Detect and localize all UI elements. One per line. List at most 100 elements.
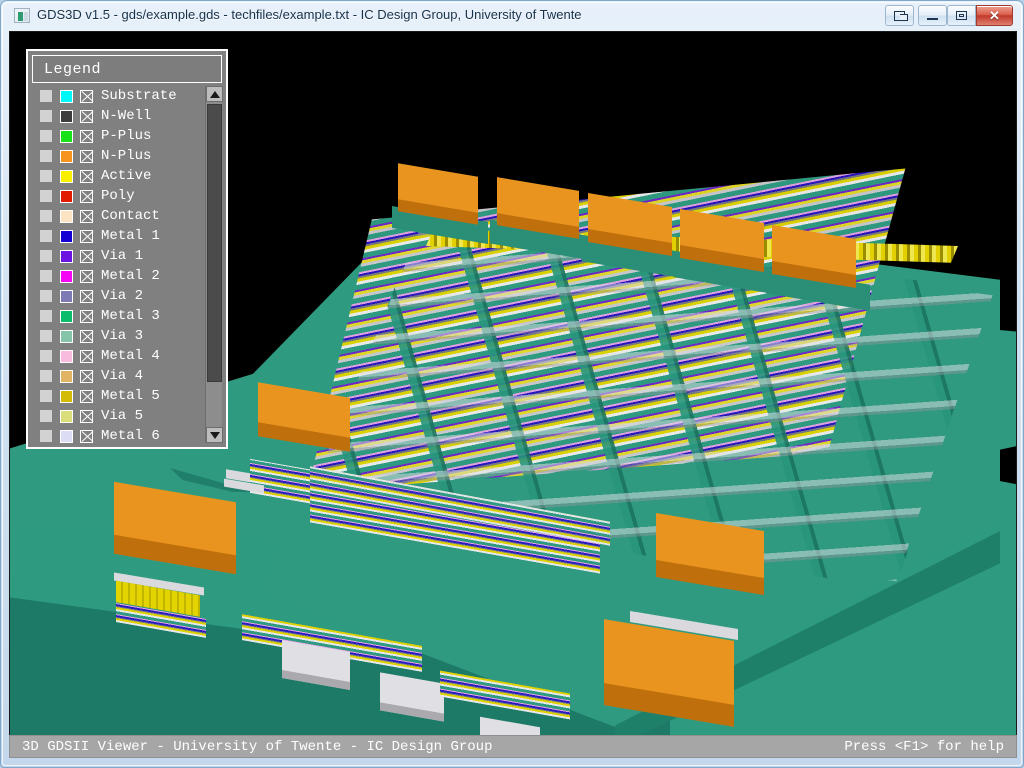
color-swatch[interactable]: [60, 329, 73, 343]
color-swatch[interactable]: [60, 289, 73, 303]
color-swatch[interactable]: [60, 189, 73, 203]
legend-row-metal-5[interactable]: Metal 5: [32, 386, 209, 406]
maximize-button[interactable]: [947, 5, 976, 26]
color-swatch[interactable]: [60, 169, 73, 183]
select-checkbox[interactable]: [40, 290, 52, 302]
legend-item-label: Metal 5: [101, 388, 160, 404]
select-checkbox[interactable]: [40, 330, 52, 342]
legend-item-label: Via 4: [101, 368, 144, 384]
select-checkbox[interactable]: [40, 230, 52, 242]
select-checkbox[interactable]: [40, 150, 52, 162]
select-checkbox[interactable]: [40, 250, 52, 262]
visibility-checkbox[interactable]: [80, 149, 93, 163]
visibility-checkbox[interactable]: [80, 249, 93, 263]
status-text-left: 3D GDSII Viewer - University of Twente -…: [22, 739, 493, 755]
select-checkbox[interactable]: [40, 390, 52, 402]
visibility-checkbox[interactable]: [80, 289, 93, 303]
legend-item-label: Via 5: [101, 408, 144, 424]
legend-row-metal-3[interactable]: Metal 3: [32, 306, 209, 326]
visibility-checkbox[interactable]: [80, 409, 93, 423]
legend-item-label: Via 2: [101, 288, 144, 304]
legend-row-poly[interactable]: Poly: [32, 186, 209, 206]
legend-row-via-5[interactable]: Via 5: [32, 406, 209, 426]
select-checkbox[interactable]: [40, 210, 52, 222]
legend-item-label: Contact: [101, 208, 160, 224]
legend-item-label: Metal 1: [101, 228, 160, 244]
minimize-button[interactable]: [918, 5, 947, 26]
visibility-checkbox[interactable]: [80, 309, 93, 323]
select-checkbox[interactable]: [40, 110, 52, 122]
legend-row-p-plus[interactable]: P-Plus: [32, 126, 209, 146]
visibility-checkbox[interactable]: [80, 389, 93, 403]
visibility-checkbox[interactable]: [80, 169, 93, 183]
visibility-checkbox[interactable]: [80, 429, 93, 443]
visibility-checkbox[interactable]: [80, 329, 93, 343]
select-checkbox[interactable]: [40, 370, 52, 382]
visibility-checkbox[interactable]: [80, 349, 93, 363]
legend-row-substrate[interactable]: Substrate: [32, 86, 209, 106]
legend-item-label: Via 3: [101, 328, 144, 344]
scrollbar-thumb[interactable]: [207, 104, 222, 382]
legend-row-active[interactable]: Active: [32, 166, 209, 186]
legend-row-metal-6[interactable]: Metal 6: [32, 426, 209, 443]
title-bar[interactable]: GDS3D v1.5 - gds/example.gds - techfiles…: [1, 1, 1024, 30]
restore-down-icon: [886, 6, 913, 25]
color-swatch[interactable]: [60, 249, 73, 263]
color-swatch[interactable]: [60, 269, 73, 283]
color-swatch[interactable]: [60, 429, 73, 443]
legend-item-label: Metal 4: [101, 348, 160, 364]
legend-scrollbar[interactable]: [205, 86, 223, 443]
legend-row-metal-2[interactable]: Metal 2: [32, 266, 209, 286]
select-checkbox[interactable]: [40, 170, 52, 182]
legend-row-metal-4[interactable]: Metal 4: [32, 346, 209, 366]
visibility-checkbox[interactable]: [80, 229, 93, 243]
legend-row-contact[interactable]: Contact: [32, 206, 209, 226]
visibility-checkbox[interactable]: [80, 209, 93, 223]
color-swatch[interactable]: [60, 89, 73, 103]
select-checkbox[interactable]: [40, 90, 52, 102]
select-checkbox[interactable]: [40, 410, 52, 422]
color-swatch[interactable]: [60, 369, 73, 383]
visibility-checkbox[interactable]: [80, 89, 93, 103]
status-bar: 3D GDSII Viewer - University of Twente -…: [9, 735, 1017, 758]
legend-item-label: Metal 6: [101, 428, 160, 443]
color-swatch[interactable]: [60, 209, 73, 223]
visibility-checkbox[interactable]: [80, 129, 93, 143]
legend-item-label: N-Well: [101, 108, 152, 124]
color-swatch[interactable]: [60, 309, 73, 323]
color-swatch[interactable]: [60, 149, 73, 163]
color-swatch[interactable]: [60, 409, 73, 423]
select-checkbox[interactable]: [40, 310, 52, 322]
color-swatch[interactable]: [60, 389, 73, 403]
select-checkbox[interactable]: [40, 130, 52, 142]
legend-item-label: Poly: [101, 188, 135, 204]
scroll-down-arrow-icon[interactable]: [206, 427, 223, 443]
select-checkbox[interactable]: [40, 270, 52, 282]
legend-row-via-3[interactable]: Via 3: [32, 326, 209, 346]
color-swatch[interactable]: [60, 129, 73, 143]
legend-row-n-plus[interactable]: N-Plus: [32, 146, 209, 166]
scroll-up-arrow-icon[interactable]: [206, 86, 223, 102]
color-swatch[interactable]: [60, 349, 73, 363]
visibility-checkbox[interactable]: [80, 369, 93, 383]
select-checkbox[interactable]: [40, 430, 52, 442]
restore-down-button[interactable]: [885, 5, 914, 26]
select-checkbox[interactable]: [40, 350, 52, 362]
legend-row-via-1[interactable]: Via 1: [32, 246, 209, 266]
minimize-icon: [919, 6, 946, 25]
legend-row-via-2[interactable]: Via 2: [32, 286, 209, 306]
color-swatch[interactable]: [60, 229, 73, 243]
legend-row-n-well[interactable]: N-Well: [32, 106, 209, 126]
select-checkbox[interactable]: [40, 190, 52, 202]
legend-row-metal-1[interactable]: Metal 1: [32, 226, 209, 246]
status-help-hint: Press <F1> for help: [844, 739, 1004, 755]
legend-item-label: P-Plus: [101, 128, 152, 144]
legend-list[interactable]: Substrate N-Well P-Plus N-Plus Active Po…: [32, 86, 209, 443]
legend-row-via-4[interactable]: Via 4: [32, 366, 209, 386]
visibility-checkbox[interactable]: [80, 189, 93, 203]
color-swatch[interactable]: [60, 109, 73, 123]
close-button[interactable]: ✕: [976, 5, 1013, 26]
visibility-checkbox[interactable]: [80, 109, 93, 123]
legend-panel[interactable]: Legend Substrate N-Well P-Plus N-Plus Ac…: [26, 49, 228, 449]
visibility-checkbox[interactable]: [80, 269, 93, 283]
